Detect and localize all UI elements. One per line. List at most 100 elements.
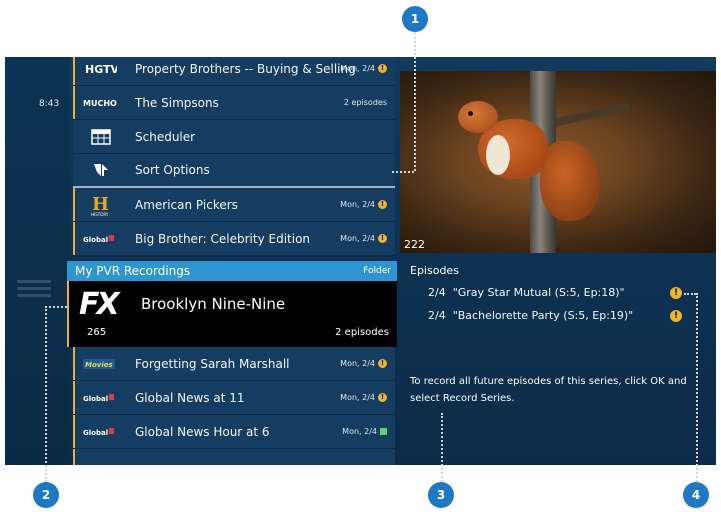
global-logo-icon: Global [83, 387, 119, 409]
list-item-sort-options[interactable]: Sort Options [73, 154, 395, 188]
list-item-date: Mon, 2/4 [340, 64, 375, 73]
list-item-date: Mon, 2/4 [342, 427, 377, 436]
sort-icon [83, 159, 119, 181]
svg-text:MUCHO: MUCHO [83, 99, 117, 108]
callout-line [696, 293, 698, 482]
list-item-title: The Simpsons [135, 95, 219, 110]
history-logo-icon: H HISTORY [83, 194, 119, 217]
svg-text:Global: Global [83, 429, 108, 437]
warning-icon: ! [378, 234, 387, 243]
list-item-meta: Mon, 2/4! [340, 393, 387, 402]
list-item-meta: Mon, 2/4 [342, 427, 387, 436]
row-marker [73, 347, 75, 380]
list-item-scheduler[interactable]: Scheduler [73, 120, 395, 154]
clock-time: 8:43 [39, 99, 60, 109]
list-item-meta: Mon, 2/4! [340, 234, 387, 243]
squirrel-head [458, 101, 498, 133]
squirrel-eye [468, 111, 473, 116]
list-item-partial[interactable] [73, 449, 395, 465]
svg-text:Global: Global [83, 236, 108, 244]
callout-badge-2: 2 [33, 482, 59, 508]
list-item-global-news-at-11[interactable]: Global Global News at 11 Mon, 2/4! [73, 381, 395, 415]
list-item-meta: 2 episodes [344, 98, 387, 107]
fx-logo-icon: FX [79, 287, 120, 322]
row-marker [73, 188, 75, 221]
selected-channel: 265 [87, 327, 107, 338]
list-item-meta: Mon, 2/4! [340, 200, 387, 209]
list-item-title: Big Brother: Celebrity Edition [135, 231, 311, 246]
callout-line [392, 171, 414, 173]
svg-text:Global: Global [83, 395, 108, 403]
row-marker [73, 86, 75, 119]
preview-channel: 222 [404, 238, 425, 251]
episode-item[interactable]: 2/4 "Gray Star Mutual (S:5, Ep:18)" [428, 286, 625, 299]
svg-text:HISTORY: HISTORY [91, 212, 109, 217]
list-item-the-simpsons[interactable]: MUCHO The Simpsons 2 episodes [73, 86, 395, 120]
list-item-property-brothers[interactable]: HGTV Property Brothers -- Buying & Selli… [73, 57, 395, 86]
list-item-title: Global News Hour at 6 [135, 424, 270, 439]
svg-text:Movies: Movies [85, 361, 113, 369]
episode-name: "Gray Star Mutual (S:5, Ep:18)" [452, 286, 625, 299]
row-marker [73, 57, 75, 85]
list-item-date: Mon, 2/4 [340, 393, 375, 402]
left-rail [5, 57, 69, 465]
list-item-date: Mon, 2/4 [340, 234, 375, 243]
global-logo-icon: Global [83, 421, 119, 443]
warning-icon: ! [378, 359, 387, 368]
recorded-icon [380, 428, 387, 435]
warning-icon: ! [670, 310, 682, 322]
list-item-big-brother[interactable]: Global Big Brother: Celebrity Edition Mo… [73, 222, 395, 256]
callout-badge-1: 1 [402, 6, 428, 32]
list-item-title: American Pickers [135, 197, 238, 212]
episode-date: 2/4 [428, 309, 446, 322]
episode-item[interactable]: 2/4 "Bachelorette Party (S:5, Ep:19)" [428, 309, 633, 322]
mucho-logo-icon: MUCHO [83, 92, 119, 114]
episode-name: "Bachelorette Party (S:5, Ep:19)" [452, 309, 634, 322]
callout-badge-4: 4 [683, 482, 709, 508]
tree-branch [550, 102, 630, 128]
list-item-title: Scheduler [135, 129, 196, 144]
row-marker [73, 222, 75, 255]
selected-title: Brooklyn Nine-Nine [141, 295, 286, 313]
list-item-meta: Mon, 2/4! [340, 64, 387, 73]
list-item-title: Forgetting Sarah Marshall [135, 356, 290, 371]
episode-date: 2/4 [428, 286, 446, 299]
episodes-label: Episodes [410, 264, 459, 277]
selected-recording-card[interactable]: FX Brooklyn Nine-Nine 265 2 episodes [67, 281, 397, 347]
squirrel-belly [486, 135, 510, 175]
list-item-title: Property Brothers -- Buying & Selling [135, 61, 356, 76]
row-marker [67, 281, 69, 347]
list-item-meta: Mon, 2/4! [340, 359, 387, 368]
hgtv-logo-icon: HGTV [83, 58, 119, 80]
global-logo-icon: Global [83, 228, 119, 250]
folder-title: My PVR Recordings [75, 264, 191, 278]
row-marker [73, 415, 75, 448]
list-item-forgetting-sarah-marshall[interactable]: Movies Forgetting Sarah Marshall Mon, 2/… [73, 347, 395, 381]
list-item-title: Sort Options [135, 163, 210, 177]
folder-label: Folder [363, 266, 391, 276]
callout-line [45, 306, 67, 308]
squirrel-tail [540, 141, 600, 221]
list-item-title: Global News at 11 [135, 390, 245, 405]
callout-line [441, 413, 443, 482]
callout-line [684, 293, 696, 295]
folder-header[interactable]: My PVR Recordings Folder [67, 261, 397, 281]
video-preview: 222 [400, 71, 716, 253]
callout-badge-3: 3 [428, 482, 454, 508]
list-item-american-pickers[interactable]: H HISTORY American Pickers Mon, 2/4! [73, 188, 395, 222]
list-item-global-news-hour-at-6[interactable]: Global Global News Hour at 6 Mon, 2/4 [73, 415, 395, 449]
callout-line [414, 32, 416, 171]
warning-icon: ! [378, 200, 387, 209]
background-menu-icon [17, 280, 51, 302]
calendar-icon [83, 126, 119, 148]
selected-episodes: 2 episodes [335, 327, 389, 338]
list-item-date: Mon, 2/4 [340, 200, 375, 209]
record-series-hint: To record all future episodes of this se… [410, 376, 687, 404]
list-item-date: Mon, 2/4 [340, 359, 375, 368]
list-item-episodes: 2 episodes [343, 98, 387, 107]
row-marker [73, 381, 75, 414]
warning-icon: ! [670, 287, 682, 299]
svg-text:HGTV: HGTV [85, 63, 117, 76]
movies-logo-icon: Movies [83, 353, 119, 375]
callout-line [45, 306, 47, 482]
